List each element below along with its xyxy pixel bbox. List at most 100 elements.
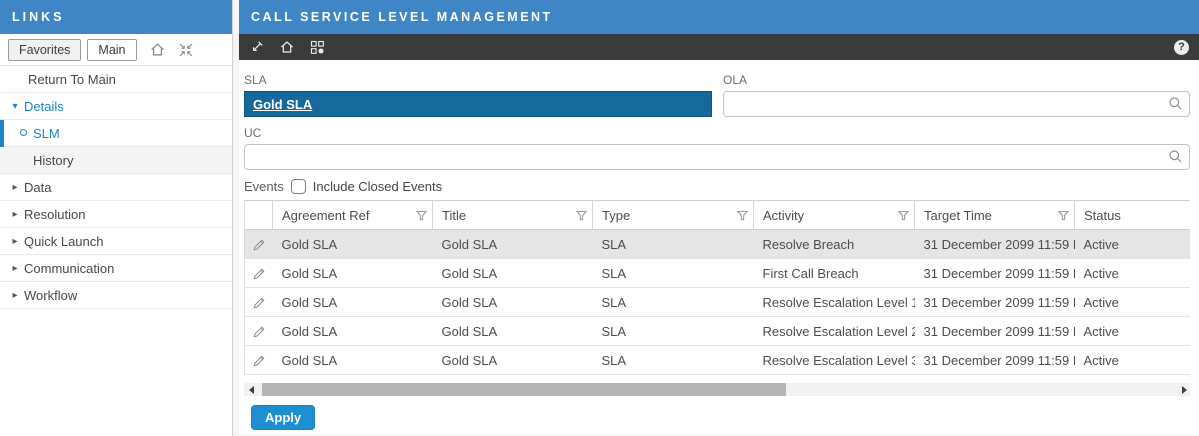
events-label: Events — [244, 179, 284, 194]
sidebar-item-workflow[interactable]: ▸Workflow — [0, 282, 232, 309]
column-label: Activity — [763, 208, 804, 223]
tab-main[interactable]: Main — [87, 39, 136, 61]
chevron-right-icon[interactable]: ▸ — [6, 263, 24, 274]
sidebar-item-label: Communication — [24, 261, 114, 276]
apply-button[interactable]: Apply — [251, 405, 315, 430]
chevron-right-icon[interactable]: ▸ — [6, 209, 24, 220]
cell-status: Active — [1075, 259, 1191, 288]
filter-icon[interactable] — [897, 209, 910, 222]
chevron-right-icon[interactable]: ▸ — [6, 236, 24, 247]
cell-type: SLA — [593, 288, 754, 317]
horizontal-scrollbar[interactable] — [244, 383, 1190, 396]
sla-value-link[interactable]: Gold SLA — [253, 97, 312, 112]
row-actions-column-header[interactable] — [245, 201, 273, 230]
edit-row-cell[interactable] — [245, 346, 273, 375]
pencil-icon[interactable] — [252, 267, 266, 281]
filter-icon[interactable] — [415, 209, 428, 222]
home-icon[interactable] — [149, 41, 166, 58]
cell-agreement_ref: Gold SLA — [273, 230, 433, 259]
home-icon[interactable] — [279, 39, 295, 55]
column-header-activity[interactable]: Activity — [754, 201, 915, 230]
uc-input[interactable] — [244, 144, 1190, 170]
sidebar-item-quick-launch[interactable]: ▸Quick Launch — [0, 228, 232, 255]
cell-type: SLA — [593, 230, 754, 259]
uc-row: UC — [244, 126, 1190, 170]
help-icon[interactable]: ? — [1174, 40, 1189, 55]
filter-icon[interactable] — [1057, 209, 1070, 222]
include-closed-events-label: Include Closed Events — [313, 179, 442, 194]
sla-field[interactable]: Gold SLA — [244, 91, 712, 117]
cell-target_time: 31 December 2099 11:59 PM — [915, 346, 1075, 375]
pencil-icon[interactable] — [252, 296, 266, 310]
main-toolbar: ? — [239, 34, 1199, 60]
cell-agreement_ref: Gold SLA — [273, 259, 433, 288]
pencil-icon[interactable] — [252, 238, 266, 252]
sidebar-item-resolution[interactable]: ▸Resolution — [0, 201, 232, 228]
tab-favorites[interactable]: Favorites — [8, 39, 81, 61]
sidebar-item-communication[interactable]: ▸Communication — [0, 255, 232, 282]
column-header-target-time[interactable]: Target Time — [915, 201, 1075, 230]
scroll-right-arrow-icon[interactable] — [1182, 386, 1187, 394]
sidebar-item-history[interactable]: History — [0, 147, 232, 174]
column-label: Type — [602, 208, 630, 223]
sidebar-item-label: Workflow — [24, 288, 77, 303]
events-row: Events Include Closed Events — [244, 178, 1190, 195]
edit-row-cell[interactable] — [245, 230, 273, 259]
scrollbar-thumb[interactable] — [262, 383, 786, 396]
cell-title: Gold SLA — [433, 288, 593, 317]
cell-activity: Resolve Escalation Level 3 — [754, 346, 915, 375]
search-icon[interactable] — [1168, 96, 1183, 111]
include-closed-events-checkbox[interactable] — [291, 179, 306, 194]
sidebar-item-label: Data — [24, 180, 51, 195]
chevron-right-icon[interactable]: ▸ — [6, 182, 24, 193]
sidebar-item-return-to-main[interactable]: Return To Main — [0, 66, 232, 93]
cell-status: Active — [1075, 346, 1191, 375]
pencil-icon[interactable] — [252, 354, 266, 368]
table-row[interactable]: Gold SLAGold SLASLAResolve Escalation Le… — [245, 288, 1191, 317]
pencil-icon[interactable] — [252, 325, 266, 339]
chevron-down-icon[interactable]: ▾ — [6, 101, 24, 112]
column-header-status[interactable]: Status — [1075, 201, 1191, 230]
table-row[interactable]: Gold SLAGold SLASLAResolve Breach31 Dece… — [245, 230, 1191, 259]
sidebar-item-data[interactable]: ▸Data — [0, 174, 232, 201]
column-label: Title — [442, 208, 466, 223]
collapse-all-icon[interactable] — [178, 42, 194, 58]
sidebar-item-details[interactable]: ▾Details — [0, 93, 232, 120]
table-row[interactable]: Gold SLAGold SLASLAResolve Escalation Le… — [245, 346, 1191, 375]
pin-icon[interactable] — [249, 40, 264, 55]
cell-target_time: 31 December 2099 11:59 PM — [915, 317, 1075, 346]
edit-row-cell[interactable] — [245, 288, 273, 317]
filter-icon[interactable] — [736, 209, 749, 222]
cell-agreement_ref: Gold SLA — [273, 317, 433, 346]
apply-row: Apply — [244, 405, 1190, 430]
cell-title: Gold SLA — [433, 259, 593, 288]
column-header-title[interactable]: Title — [433, 201, 593, 230]
column-header-agreement-ref[interactable]: Agreement Ref — [273, 201, 433, 230]
grid-settings-icon[interactable] — [310, 40, 325, 55]
links-panel-title: LINKS — [0, 0, 232, 34]
sidebar-item-label: History — [33, 153, 73, 168]
column-label: Target Time — [924, 208, 992, 223]
chevron-right-icon[interactable]: ▸ — [6, 290, 24, 301]
scroll-left-arrow-icon[interactable] — [249, 386, 254, 394]
edit-row-cell[interactable] — [245, 259, 273, 288]
links-title-text: LINKS — [12, 10, 65, 24]
filter-icon[interactable] — [575, 209, 588, 222]
search-icon[interactable] — [1168, 149, 1183, 164]
events-table: Agreement Ref Title Type Activity Target Tim… — [244, 200, 1190, 375]
cell-type: SLA — [593, 317, 754, 346]
links-sidebar: LINKS Favorites Main Return To Main▾Deta… — [0, 0, 233, 436]
ola-input[interactable] — [723, 91, 1190, 117]
sidebar-menu: Return To Main▾DetailsSLMHistory▸Data▸Re… — [0, 66, 232, 436]
table-row[interactable]: Gold SLAGold SLASLAFirst Call Breach31 D… — [245, 259, 1191, 288]
sidebar-item-slm[interactable]: SLM — [0, 120, 232, 147]
cell-status: Active — [1075, 317, 1191, 346]
cell-activity: Resolve Escalation Level 2 — [754, 317, 915, 346]
sla-label: SLA — [244, 73, 712, 87]
edit-row-cell[interactable] — [245, 317, 273, 346]
cell-agreement_ref: Gold SLA — [273, 346, 433, 375]
cell-status: Active — [1075, 230, 1191, 259]
column-header-type[interactable]: Type — [593, 201, 754, 230]
cell-activity: Resolve Breach — [754, 230, 915, 259]
table-row[interactable]: Gold SLAGold SLASLAResolve Escalation Le… — [245, 317, 1191, 346]
